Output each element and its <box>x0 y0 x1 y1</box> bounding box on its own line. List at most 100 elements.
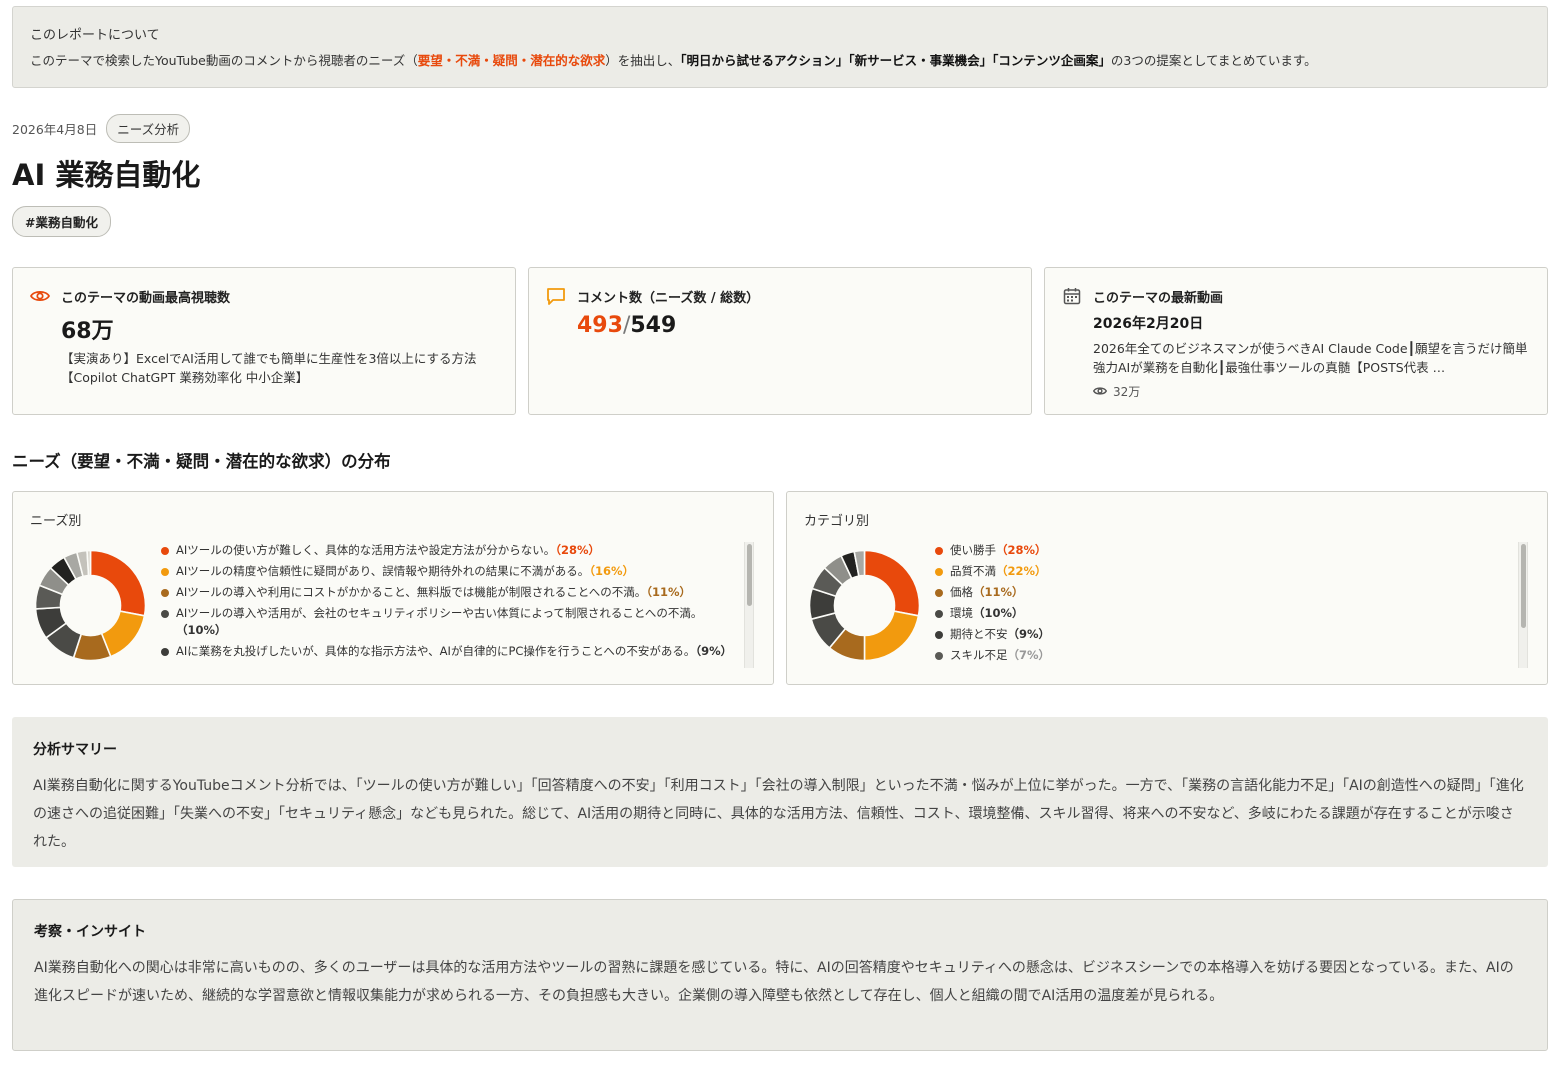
stat-card-comments-head: コメント数（ニーズ数 / 総数） <box>545 285 1015 307</box>
legend-percent: （10%） <box>973 606 1024 620</box>
legend-item: スキル不足（7%） <box>935 647 1495 664</box>
legend-dot <box>161 609 169 618</box>
stat-views-video-title[interactable]: 【実演あり】ExcelでAI活用して誰でも簡単に生産性を3倍以上にする方法【Co… <box>61 349 499 387</box>
stat-card-views-head: このテーマの動画最高視聴数 <box>29 285 499 307</box>
stat-latest-body: 2026年2月20日 2026年全てのビジネスマンが使うべきAI Claude … <box>1092 313 1531 400</box>
legend-label: 品質不満（22%） <box>950 564 1047 578</box>
summary-title: 分析サマリー <box>33 742 117 758</box>
legend-percent: （9%） <box>1007 627 1051 641</box>
needs-chart-card: ニーズ別 AIツールの使い方が難しく、具体的な活用方法や設定方法が分からない。（… <box>12 491 774 685</box>
legend-item: 使い勝手（28%） <box>935 542 1495 559</box>
donut-slice[interactable] <box>863 549 921 617</box>
needs-legend-scrollbar[interactable] <box>744 542 754 668</box>
legend-label: AIツールの使い方が難しく、具体的な活用方法や設定方法が分からない。（28%） <box>176 543 601 557</box>
category-legend-scrollbar[interactable] <box>1518 542 1528 668</box>
hashtag-chip[interactable]: #業務自動化 <box>12 206 111 237</box>
about-desc-mid: ）を抽出し、 <box>605 53 681 68</box>
legend-dot <box>161 546 169 555</box>
stat-comments-value: 493/549 <box>577 313 1015 338</box>
stat-latest-views-value: 32万 <box>1113 385 1141 399</box>
legend-dot <box>935 588 943 597</box>
legend-percent: （11%） <box>646 585 691 599</box>
legend-label: 価格（11%） <box>950 585 1024 599</box>
stat-latest-video-title[interactable]: 2026年全てのビジネスマンが使うべきAI Claude Code┃願望を言うだ… <box>1093 339 1531 377</box>
legend-percent: （10%） <box>176 623 227 637</box>
legend-percent: （7%） <box>1007 648 1051 662</box>
insight-text: AI業務自動化への関心は非常に高いものの、多くのユーザーは具体的な活用方法やツー… <box>34 960 1514 1004</box>
legend-dot <box>161 647 169 656</box>
views-eye-icon <box>1092 385 1108 399</box>
legend-item: 期待と不安（9%） <box>935 626 1495 643</box>
stat-latest-views: 32万 <box>1092 383 1531 400</box>
legend-dot <box>935 546 943 555</box>
category-donut-chart <box>808 549 921 662</box>
about-desc-pre: このテーマで検索したYouTube動画のコメントから視聴者のニーズ（ <box>30 53 418 68</box>
comment-icon <box>545 285 567 307</box>
legend-dot <box>161 588 169 597</box>
legend-item: AIツールの導入や活用が、会社のセキュリティポリシーや古い体質によって制限される… <box>161 605 741 639</box>
needs-chart-title: ニーズ別 <box>30 514 82 529</box>
legend-percent: （28%） <box>555 543 601 557</box>
legend-label: AIに業務を丸投げしたいが、具体的な指示方法や、AIが自律的にPC操作を行うこと… <box>176 644 733 658</box>
legend-label: 環境（10%） <box>950 606 1024 620</box>
legend-item: 環境（10%） <box>935 605 1495 622</box>
donut-slice[interactable] <box>863 610 920 662</box>
legend-item: AIに業務を丸投げしたいが、具体的な指示方法や、AIが自律的にPC操作を行うこと… <box>161 643 741 660</box>
legend-percent: （22%） <box>996 564 1047 578</box>
stat-card-latest: このテーマの最新動画 2026年2月20日 2026年全てのビジネスマンが使うべ… <box>1044 267 1548 415</box>
page-title: AI 業務自動化 <box>12 158 201 192</box>
calendar-icon <box>1061 285 1083 307</box>
legend-dot <box>935 567 943 576</box>
legend-percent: （11%） <box>973 585 1024 599</box>
summary-text: AI業務自動化に関するYouTubeコメント分析では、「ツールの使い方が難しい」… <box>33 778 1524 850</box>
distribution-section-title: ニーズ（要望・不満・疑問・潜在的な欲求）の分布 <box>12 452 391 471</box>
legend-label: AIツールの導入や活用が、会社のセキュリティポリシーや古い体質によって制限される… <box>176 606 703 637</box>
stat-views-label: このテーマの動画最高視聴数 <box>61 290 231 306</box>
report-about-box: このレポートについて このテーマで検索したYouTube動画のコメントから視聴者… <box>12 6 1548 88</box>
legend-percent: （9%） <box>695 644 733 658</box>
stat-latest-label: このテーマの最新動画 <box>1093 290 1224 306</box>
category-chart-card: カテゴリ別 使い勝手（28%） 品質不満（22%） 価格（11%） 環境（10%） 期待… <box>786 491 1548 685</box>
insight-box: 考察・インサイト AI業務自動化への関心は非常に高いものの、多くのユーザーは具体… <box>12 899 1548 1051</box>
donut-slice[interactable] <box>89 549 147 617</box>
legend-dot <box>935 630 943 639</box>
legend-label: 期待と不安（9%） <box>950 627 1051 641</box>
legend-label: 使い勝手（28%） <box>950 543 1047 557</box>
legend-dot <box>161 567 169 576</box>
eye-icon <box>29 285 51 307</box>
analysis-summary: 分析サマリー AI業務自動化に関するYouTubeコメント分析では、「ツールの使… <box>12 717 1548 867</box>
stat-card-latest-head: このテーマの最新動画 <box>1061 285 1531 307</box>
about-description: このテーマで検索したYouTube動画のコメントから視聴者のニーズ（要望・不満・… <box>30 52 1530 70</box>
stat-views-value: 68万 <box>61 319 114 344</box>
category-legend: 使い勝手（28%） 品質不満（22%） 価格（11%） 環境（10%） 期待と不安（9%… <box>935 542 1495 668</box>
legend-item: 品質不満（22%） <box>935 563 1495 580</box>
report-meta: 2026年4月8日 ニーズ分析 <box>12 114 191 143</box>
stat-comments-label: コメント数（ニーズ数 / 総数） <box>577 290 760 306</box>
report-date: 2026年4月8日 <box>12 122 98 137</box>
stat-latest-date: 2026年2月20日 <box>1093 316 1204 332</box>
legend-percent: （16%） <box>589 564 635 578</box>
legend-item: AIツールの導入や利用にコストがかかること、無料版では機能が制限されることへの不… <box>161 584 741 601</box>
needs-count: 493 <box>577 313 623 338</box>
category-scroll-thumb[interactable] <box>1521 544 1526 628</box>
report-type-badge: ニーズ分析 <box>106 114 191 143</box>
needs-legend: AIツールの使い方が難しく、具体的な活用方法や設定方法が分からない。（28%） A… <box>161 542 741 668</box>
legend-item: AIツールの使い方が難しく、具体的な活用方法や設定方法が分からない。（28%） <box>161 542 741 559</box>
about-title: このレポートについて <box>30 28 160 43</box>
stat-card-views: このテーマの動画最高視聴数 68万 【実演あり】ExcelでAI活用して誰でも簡… <box>12 267 516 415</box>
about-desc-actions: 「明日から試せるアクション」「新サービス・事業機会」「コンテンツ企画案」 <box>680 53 1111 68</box>
about-desc-highlight: 要望・不満・疑問・潜在的な欲求 <box>417 53 606 68</box>
legend-label: AIツールの導入や利用にコストがかかること、無料版では機能が制限されることへの不… <box>176 585 691 599</box>
total-count: 549 <box>630 313 677 338</box>
legend-dot <box>935 651 943 660</box>
stat-card-comments: コメント数（ニーズ数 / 総数） 493/549 <box>528 267 1032 415</box>
about-desc-post: の3つの提案としてまとめています。 <box>1110 53 1317 68</box>
stat-views-body: 68万 【実演あり】ExcelでAI活用して誰でも簡単に生産性を3倍以上にする方… <box>61 313 499 387</box>
legend-dot <box>935 609 943 618</box>
insight-title: 考察・インサイト <box>34 924 146 940</box>
legend-percent: （28%） <box>996 543 1047 557</box>
stat-comments-body: 493/549 <box>577 313 1015 338</box>
legend-item: AIツールの精度や信頼性に疑問があり、誤情報や期待外れの結果に不満がある。（16… <box>161 563 741 580</box>
needs-scroll-thumb[interactable] <box>747 544 752 606</box>
needs-donut-chart <box>34 549 147 662</box>
